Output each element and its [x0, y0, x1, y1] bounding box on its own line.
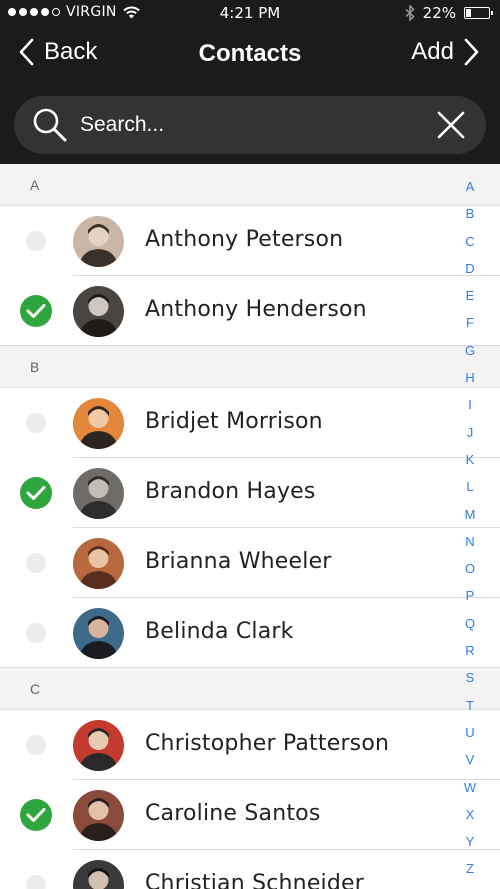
- unchecked-circle-icon[interactable]: [26, 231, 46, 251]
- index-letter-a[interactable]: A: [466, 178, 475, 205]
- avatar: [73, 398, 124, 449]
- section-letter: A: [30, 177, 40, 193]
- section-header: B: [0, 346, 500, 388]
- index-letter-h[interactable]: H: [465, 369, 474, 396]
- unchecked-circle-icon[interactable]: [26, 735, 46, 755]
- avatar: [73, 286, 124, 337]
- avatar: [73, 720, 124, 771]
- alphabet-index: ABCDEFGHIJKLMNOPQRSTUVWXYZ: [460, 178, 480, 888]
- section-header: A: [0, 164, 500, 206]
- contact-row[interactable]: Belinda Clark: [0, 598, 500, 668]
- index-letter-j[interactable]: J: [467, 424, 474, 451]
- index-letter-o[interactable]: O: [465, 560, 475, 587]
- index-letter-t[interactable]: T: [466, 697, 474, 724]
- close-icon[interactable]: [436, 110, 466, 140]
- index-letter-v[interactable]: V: [466, 751, 475, 778]
- index-letter-b[interactable]: B: [466, 205, 475, 232]
- index-letter-y[interactable]: Y: [466, 833, 475, 860]
- back-label: Back: [44, 38, 98, 65]
- status-bar: VIRGIN 4:21 PM 22%: [0, 0, 500, 28]
- index-letter-c[interactable]: C: [465, 233, 474, 260]
- contact-name: Bridjet Morrison: [145, 409, 323, 434]
- contact-row[interactable]: Caroline Santos: [0, 780, 500, 850]
- contact-row[interactable]: Anthony Henderson: [0, 276, 500, 346]
- bluetooth-icon: [405, 5, 415, 21]
- add-button[interactable]: Add: [411, 38, 480, 66]
- index-letter-n[interactable]: N: [465, 533, 474, 560]
- index-letter-p[interactable]: P: [466, 587, 475, 614]
- index-letter-k[interactable]: K: [466, 451, 475, 478]
- index-letter-z[interactable]: Z: [466, 860, 474, 887]
- contact-name: Anthony Peterson: [145, 227, 344, 252]
- avatar: [73, 216, 124, 267]
- index-letter-q[interactable]: Q: [465, 615, 475, 642]
- contact-name: Caroline Santos: [145, 801, 321, 826]
- index-letter-u[interactable]: U: [465, 724, 474, 751]
- search-input[interactable]: [80, 108, 420, 142]
- contact-name: Christopher Patterson: [145, 731, 390, 756]
- index-letter-l[interactable]: L: [466, 478, 473, 505]
- contact-name: Brandon Hayes: [145, 479, 316, 504]
- unchecked-circle-icon[interactable]: [26, 413, 46, 433]
- checkmark-icon[interactable]: [20, 295, 52, 327]
- chevron-left-icon: [19, 38, 34, 66]
- checkmark-icon[interactable]: [20, 477, 52, 509]
- avatar: [73, 468, 124, 519]
- back-button[interactable]: Back: [18, 38, 97, 66]
- index-letter-e[interactable]: E: [466, 287, 475, 314]
- battery-icon: [464, 7, 493, 19]
- index-letter-i[interactable]: I: [468, 396, 472, 423]
- contact-row[interactable]: Christopher Patterson: [0, 710, 500, 780]
- contact-row[interactable]: Bridjet Morrison: [0, 388, 500, 458]
- index-letter-g[interactable]: G: [465, 342, 475, 369]
- contact-row[interactable]: Anthony Peterson: [0, 206, 500, 276]
- status-right: 22%: [405, 4, 493, 22]
- contact-list: A Anthony Peterson Anthony Henderson B Bridj…: [0, 164, 500, 889]
- checkmark-icon[interactable]: [20, 799, 52, 831]
- avatar: [73, 790, 124, 841]
- index-letter-f[interactable]: F: [466, 314, 474, 341]
- chevron-right-icon: [464, 38, 479, 66]
- index-letter-r[interactable]: R: [465, 642, 474, 669]
- unchecked-circle-icon[interactable]: [26, 623, 46, 643]
- avatar: [73, 860, 124, 889]
- avatar: [73, 538, 124, 589]
- unchecked-circle-icon[interactable]: [26, 553, 46, 573]
- contact-name: Anthony Henderson: [145, 297, 367, 322]
- contact-row[interactable]: Christian Schneider: [0, 850, 500, 889]
- index-letter-d[interactable]: D: [465, 260, 474, 287]
- index-letter-s[interactable]: S: [466, 669, 475, 696]
- navigation-bar: Back Contacts Add: [0, 30, 500, 80]
- battery-percent: 22%: [422, 4, 456, 22]
- add-label: Add: [411, 38, 454, 65]
- index-letter-x[interactable]: X: [466, 806, 475, 833]
- contact-name: Christian Schneider: [145, 871, 365, 889]
- search-icon: [33, 108, 67, 142]
- section-letter: B: [30, 359, 40, 375]
- index-letter-m[interactable]: M: [465, 506, 476, 533]
- avatar: [73, 608, 124, 659]
- index-letter-w[interactable]: W: [464, 779, 476, 806]
- contact-name: Belinda Clark: [145, 619, 294, 644]
- header-area: VIRGIN 4:21 PM 22% Back Contacts Add: [0, 0, 500, 164]
- section-header: C: [0, 668, 500, 710]
- section-letter: C: [30, 681, 41, 697]
- contact-name: Brianna Wheeler: [145, 549, 332, 574]
- unchecked-circle-icon[interactable]: [26, 875, 46, 889]
- contact-row[interactable]: Brandon Hayes: [0, 458, 500, 528]
- search-bar: [14, 96, 486, 154]
- contact-row[interactable]: Brianna Wheeler: [0, 528, 500, 598]
